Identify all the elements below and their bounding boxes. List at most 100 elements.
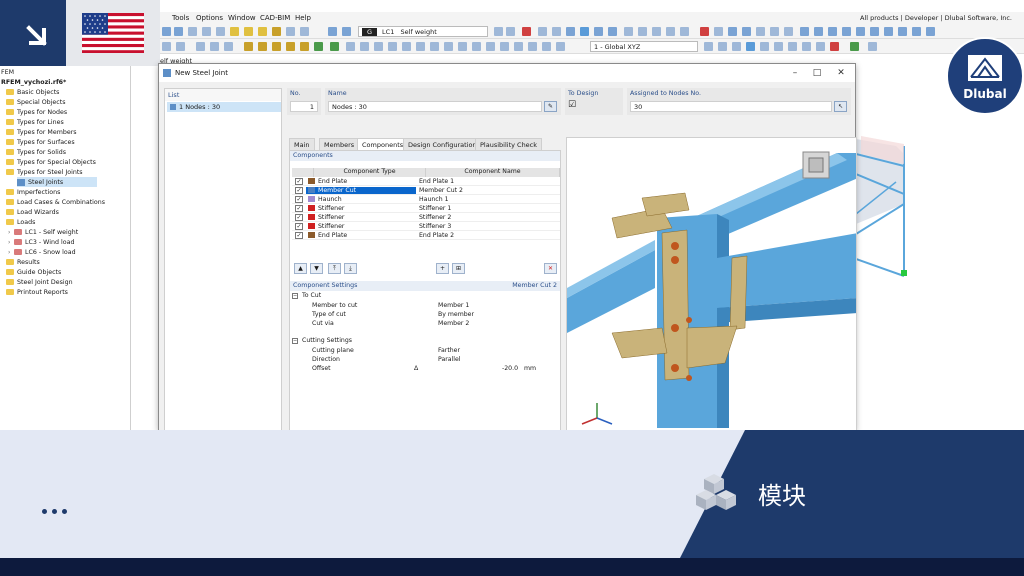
tree-item-types-members[interactable]: Types for Members bbox=[6, 127, 77, 137]
nodal-support-icon[interactable] bbox=[300, 42, 309, 51]
row-checkbox[interactable]: ✓ bbox=[295, 204, 303, 212]
member-icon[interactable] bbox=[828, 27, 837, 36]
undo-icon[interactable] bbox=[230, 27, 239, 36]
view-bottom-icon[interactable] bbox=[788, 42, 797, 51]
divide-icon[interactable] bbox=[770, 27, 779, 36]
table-row[interactable]: ✓ Haunch Haunch 1 bbox=[292, 195, 560, 204]
wireframe-icon[interactable] bbox=[402, 42, 411, 51]
display-icon[interactable] bbox=[580, 27, 589, 36]
move-icon[interactable] bbox=[728, 27, 737, 36]
opening-icon[interactable] bbox=[870, 27, 879, 36]
grid-icon[interactable] bbox=[638, 27, 647, 36]
deformation-icon[interactable] bbox=[566, 27, 575, 36]
tree-item-printout-reports[interactable]: Printout Reports bbox=[6, 287, 68, 297]
visibility-icon[interactable] bbox=[374, 42, 383, 51]
numbering-icon[interactable] bbox=[458, 42, 467, 51]
row-checkbox[interactable]: ✓ bbox=[295, 222, 303, 230]
table-row[interactable]: ✓ Stiffener Stiffener 1 bbox=[292, 204, 560, 213]
section-icon[interactable] bbox=[608, 27, 617, 36]
view-front-icon[interactable] bbox=[746, 42, 755, 51]
table-row[interactable]: ✓ End Plate End Plate 2 bbox=[292, 231, 560, 240]
line-support-icon[interactable] bbox=[314, 42, 323, 51]
tree-item-types-solids[interactable]: Types for Solids bbox=[6, 147, 66, 157]
iso-view-icon[interactable] bbox=[196, 42, 205, 51]
guide-icon[interactable] bbox=[666, 27, 675, 36]
mirror-icon[interactable] bbox=[742, 27, 751, 36]
cs-edit-icon[interactable] bbox=[718, 42, 727, 51]
collapse-icon[interactable]: − bbox=[292, 337, 298, 344]
view-x-icon[interactable] bbox=[210, 42, 219, 51]
cs-new-icon[interactable] bbox=[704, 42, 713, 51]
tree-item-lc1[interactable]: › LC1 - Self weight bbox=[8, 227, 78, 237]
tab-components[interactable]: Components bbox=[357, 138, 409, 150]
redo-icon[interactable] bbox=[244, 27, 253, 36]
menu-help[interactable]: Help bbox=[295, 14, 311, 22]
measure-icon[interactable] bbox=[624, 27, 633, 36]
zoom-all-icon[interactable] bbox=[176, 42, 185, 51]
tree-item-types-special[interactable]: Types for Special Objects bbox=[6, 157, 96, 167]
menu-options[interactable]: Options bbox=[196, 14, 223, 22]
to-cut-group[interactable]: − To Cut bbox=[292, 292, 321, 299]
snap-icon[interactable] bbox=[652, 27, 661, 36]
axes-icon[interactable] bbox=[472, 42, 481, 51]
tree-item-steel-joints[interactable]: Steel Joints bbox=[17, 177, 97, 187]
collapse-icon[interactable]: − bbox=[292, 292, 298, 299]
row-checkbox[interactable]: ✓ bbox=[295, 177, 303, 185]
view-y-icon[interactable] bbox=[224, 42, 233, 51]
tree-item-special-objects[interactable]: Special Objects bbox=[6, 97, 65, 107]
surface-load-icon[interactable] bbox=[926, 27, 935, 36]
table-icon[interactable] bbox=[188, 27, 197, 36]
transparency-icon[interactable] bbox=[416, 42, 425, 51]
coordinate-system-select[interactable]: 1 - Global XYZ bbox=[590, 41, 698, 52]
save-icon[interactable] bbox=[216, 27, 225, 36]
close-view-icon[interactable] bbox=[830, 42, 839, 51]
copy-icon[interactable] bbox=[714, 27, 723, 36]
setting-value[interactable]: By member bbox=[438, 311, 474, 318]
add-component-button[interactable]: + bbox=[436, 263, 449, 274]
layers-icon[interactable] bbox=[528, 42, 537, 51]
rotate-icon[interactable] bbox=[342, 27, 351, 36]
tree-item-basic-objects[interactable]: Basic Objects bbox=[6, 87, 59, 97]
table-toggle-icon[interactable] bbox=[850, 42, 859, 51]
delete-component-button[interactable]: ✕ bbox=[544, 263, 557, 274]
tree-item-lc6[interactable]: › LC6 - Snow load bbox=[8, 247, 76, 257]
move-top-button[interactable]: ⤒ bbox=[328, 263, 341, 274]
view-iso2-icon[interactable] bbox=[802, 42, 811, 51]
setting-value[interactable]: Member 1 bbox=[438, 302, 469, 309]
table-row-selected[interactable]: ✓ Member Cut Member Cut 2 bbox=[292, 186, 560, 195]
menu-tools[interactable]: Tools bbox=[172, 14, 189, 22]
tree-item-load-cases[interactable]: Load Cases & Combinations bbox=[6, 197, 105, 207]
tree-item-steel-joint-design[interactable]: Steel Joint Design bbox=[6, 277, 73, 287]
close-button[interactable]: ✕ bbox=[835, 67, 847, 79]
array-icon[interactable] bbox=[756, 27, 765, 36]
name-input[interactable]: Nodes : 30 bbox=[328, 101, 542, 112]
select-icon[interactable] bbox=[328, 27, 337, 36]
surface-support-icon[interactable] bbox=[330, 42, 339, 51]
support-icon[interactable] bbox=[884, 27, 893, 36]
to-design-checkbox[interactable]: ☑ bbox=[568, 100, 576, 110]
thickness-icon[interactable] bbox=[286, 42, 295, 51]
setting-value[interactable]: Parallel bbox=[438, 356, 461, 363]
edit-name-button[interactable]: ✎ bbox=[544, 101, 557, 112]
row-checkbox[interactable]: ✓ bbox=[295, 195, 303, 203]
surface-icon[interactable] bbox=[842, 27, 851, 36]
results-icon[interactable] bbox=[300, 27, 309, 36]
perspective-icon[interactable] bbox=[542, 42, 551, 51]
line-icon[interactable] bbox=[814, 27, 823, 36]
section-type-icon[interactable] bbox=[258, 42, 267, 51]
scale-icon[interactable] bbox=[486, 42, 495, 51]
delete-icon[interactable] bbox=[700, 27, 709, 36]
member-type-icon[interactable] bbox=[244, 42, 253, 51]
library-button[interactable]: ⊞ bbox=[452, 263, 465, 274]
solid-icon[interactable] bbox=[856, 27, 865, 36]
coordinate-icon[interactable] bbox=[346, 42, 355, 51]
pan-icon[interactable] bbox=[556, 42, 565, 51]
table-row[interactable]: ✓ Stiffener Stiffener 2 bbox=[292, 213, 560, 222]
show-loads-icon[interactable] bbox=[522, 27, 531, 36]
colors-icon[interactable] bbox=[444, 42, 453, 51]
material-icon[interactable] bbox=[272, 42, 281, 51]
render-icon[interactable] bbox=[388, 42, 397, 51]
setting-value[interactable]: Farther bbox=[438, 347, 460, 354]
tree-item-results[interactable]: Results bbox=[6, 257, 40, 267]
view-back-icon[interactable] bbox=[774, 42, 783, 51]
